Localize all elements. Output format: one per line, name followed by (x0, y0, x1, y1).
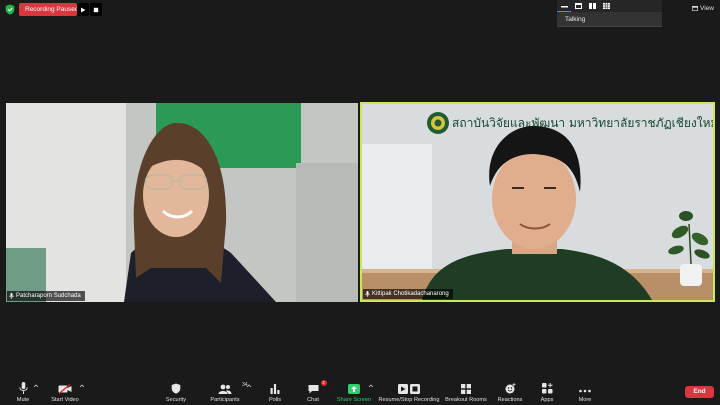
security-shield-icon (171, 383, 181, 394)
breakout-rooms-button[interactable]: Breakout Rooms (444, 378, 488, 405)
apps-button[interactable]: Apps (536, 378, 558, 405)
video-off-icon (58, 384, 72, 394)
share-options-caret-icon[interactable] (368, 383, 374, 389)
chat-unread-badge: 2 (320, 380, 327, 386)
speaker-layout-icon (560, 6, 568, 8)
more-button[interactable]: More (574, 378, 596, 405)
chat-bubble-icon (308, 385, 318, 394)
layout-strip-button[interactable] (571, 0, 585, 12)
organization-banner: สถาบันวิจัยและพัฒนา มหาวิทยาลัยราชภัฏเชี… (452, 116, 715, 130)
stop-recording-button[interactable] (90, 3, 102, 16)
video-options-caret-icon[interactable] (79, 383, 85, 389)
resume-recording-button[interactable] (77, 3, 89, 16)
participant-name: Patcharaporn Sudchada (16, 293, 81, 299)
share-screen-button[interactable]: Share Screen (336, 378, 372, 405)
apps-icon (541, 383, 552, 394)
strip-layout-icon (574, 3, 582, 9)
end-meeting-button[interactable]: End (685, 386, 714, 398)
talking-indicator: Talking (557, 12, 662, 27)
participants-label: Participants (210, 397, 240, 403)
participant-video-feed (6, 103, 358, 302)
breakout-rooms-label: Breakout Rooms (445, 397, 487, 403)
layout-gallery-button[interactable] (599, 0, 613, 12)
participants-options-caret-icon[interactable] (246, 383, 252, 389)
view-grid-icon (692, 6, 699, 11)
participant-name-tag: Kittipak Chotikadachanarong (363, 289, 453, 299)
polls-bar-chart-icon (270, 384, 280, 394)
participant-video-feed (362, 104, 713, 300)
recording-status-badge: Recording Paused (19, 3, 77, 16)
layout-side-button[interactable] (585, 0, 599, 12)
gallery-grid-icon (602, 3, 610, 9)
participant-name: Kittipak Chotikadachanarong (372, 291, 449, 297)
mic-icon (365, 291, 370, 297)
security-button[interactable]: Security (163, 378, 189, 405)
mute-label: Mute (16, 397, 30, 403)
view-button[interactable]: View (692, 3, 714, 14)
breakout-rooms-icon (461, 384, 471, 394)
meeting-window: Recording Paused Talking View Patcharapo… (0, 0, 720, 405)
participants-button[interactable]: 34 Participants (208, 378, 247, 405)
polls-button[interactable]: Polls (264, 378, 286, 405)
chat-button[interactable]: 2 Chat (302, 378, 327, 405)
side-by-side-icon (588, 3, 596, 9)
participant-name-tag: Patcharaporn Sudchada (7, 291, 85, 301)
reactions-button[interactable]: Reactions (496, 378, 524, 405)
layout-speaker-button[interactable] (557, 0, 571, 12)
recording-controls-icon (398, 384, 420, 394)
reactions-smiley-icon (505, 383, 515, 394)
share-screen-label: Share Screen (336, 397, 372, 403)
security-label: Security (165, 397, 187, 403)
reactions-label: Reactions (497, 397, 523, 403)
start-video-label: Start Video (51, 397, 79, 403)
resume-stop-recording-button[interactable]: Resume/Stop Recording (378, 378, 440, 405)
participants-icon (218, 384, 232, 394)
video-tile-participant-1[interactable]: Patcharaporn Sudchada (6, 103, 358, 302)
more-dots-icon (579, 389, 591, 393)
share-screen-icon (348, 384, 360, 394)
apps-label: Apps (540, 397, 554, 403)
meeting-toolbar: Mute Start Video Security 34 Participant… (0, 378, 720, 405)
video-tile-participant-2[interactable]: สถาบันวิจัยและพัฒนา มหาวิทยาลัยราชภัฏเชี… (360, 102, 715, 302)
start-video-button[interactable]: Start Video (50, 378, 80, 405)
mute-button[interactable]: Mute (12, 378, 34, 405)
play-icon (81, 7, 86, 12)
microphone-icon (18, 382, 28, 394)
shield-icon[interactable] (5, 4, 15, 15)
recording-label: Resume/Stop Recording (378, 397, 440, 403)
polls-label: Polls (268, 397, 282, 403)
more-label: More (578, 397, 592, 403)
stop-icon (93, 7, 99, 12)
mic-muted-icon (9, 293, 14, 299)
layout-switcher (557, 0, 662, 12)
mute-options-caret-icon[interactable] (33, 383, 39, 389)
chat-label: Chat (307, 397, 319, 403)
view-button-label: View (700, 5, 714, 12)
